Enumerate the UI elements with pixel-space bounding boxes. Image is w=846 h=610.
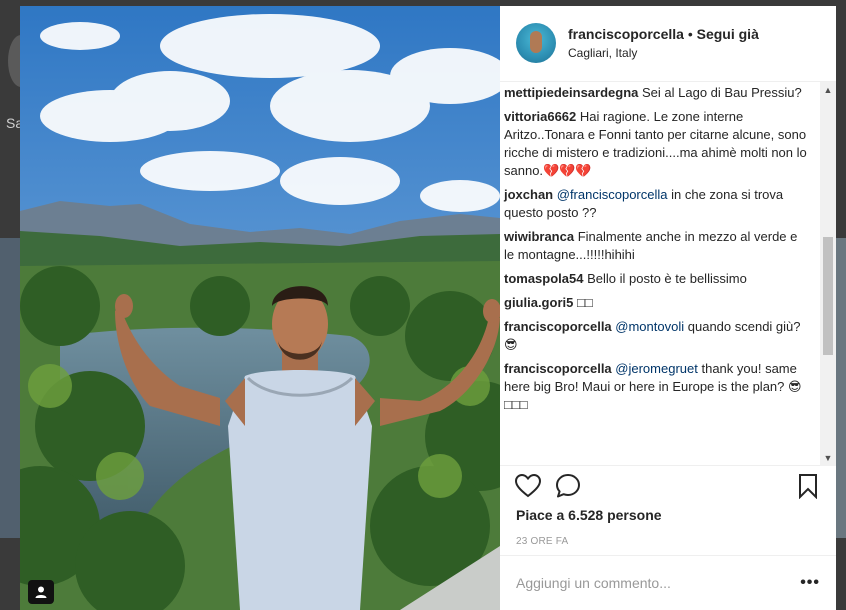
add-comment-bar: ••• [500, 555, 836, 610]
comment-button[interactable] [554, 472, 582, 500]
comment-input[interactable] [516, 575, 801, 592]
like-button[interactable] [514, 472, 542, 500]
comment-mention[interactable]: @jeromegruet [615, 361, 698, 376]
background-tile [836, 238, 846, 538]
comment-username[interactable]: mettipiedeinsardegna [504, 85, 638, 100]
comment-mention[interactable]: @montovoli [615, 319, 684, 334]
tag-people-button[interactable] [28, 580, 54, 604]
likes-count[interactable]: Piace a 6.528 persone [500, 507, 836, 528]
comment-item: mettipiedeinsardegna Sei al Lago di Bau … [504, 84, 810, 102]
post-header: franciscoporcella • Segui già Cagliari, … [500, 6, 836, 82]
heart-icon [515, 474, 541, 498]
comment-username[interactable]: vittoria6662 [504, 109, 576, 124]
comment-item: vittoria6662 Hai ragione. Le zone intern… [504, 108, 810, 180]
comment-list[interactable]: mettipiedeinsardegna Sei al Lago di Bau … [500, 82, 836, 466]
comment-username[interactable]: franciscoporcella [504, 319, 612, 334]
comment-text: Bello il posto è te bellissimo [587, 270, 747, 286]
comment-item: joxchan @franciscoporcella in che zona s… [504, 186, 810, 222]
save-button[interactable] [794, 472, 822, 500]
background-tile [0, 238, 20, 538]
comment-username[interactable]: tomaspola54 [504, 271, 583, 286]
author-username[interactable]: franciscoporcella [568, 26, 684, 42]
comment-text: Sei al Lago di Bau Pressiu? [642, 84, 802, 100]
comment-item: tomaspola54 Bello il posto è te bellissi… [504, 270, 810, 288]
comments-section: mettipiedeinsardegna Sei al Lago di Bau … [500, 81, 836, 466]
post-modal: franciscoporcella • Segui già Cagliari, … [20, 6, 836, 610]
location-link[interactable]: Cagliari, Italy [568, 46, 759, 60]
comment-text: □□ [576, 294, 593, 310]
scroll-up-arrow-icon[interactable]: ▲ [820, 82, 836, 98]
speech-bubble-icon [556, 474, 580, 498]
photo-image [20, 6, 500, 610]
post-panel: franciscoporcella • Segui già Cagliari, … [500, 6, 836, 610]
scroll-thumb[interactable] [823, 236, 833, 355]
post-photo[interactable] [20, 6, 500, 610]
person-tag-icon [35, 586, 47, 598]
comment-item: wiwibranca Finalmente anche in mezzo al … [504, 228, 810, 264]
scroll-down-arrow-icon[interactable]: ▼ [820, 450, 836, 466]
more-options-button[interactable]: ••• [800, 574, 820, 592]
comment-item: franciscoporcella @montovoli quando scen… [504, 318, 810, 354]
bookmark-icon [799, 474, 817, 500]
action-bar [500, 466, 836, 507]
comment-username[interactable]: giulia.gori5 [504, 295, 573, 310]
comment-username[interactable]: franciscoporcella [504, 361, 612, 376]
follow-button[interactable]: Segui già [697, 26, 759, 42]
header-separator: • [683, 26, 697, 43]
post-timestamp[interactable]: 23 ORE FA [500, 528, 836, 555]
comment-item: giulia.gori5 □□ [504, 294, 810, 312]
comments-scrollbar[interactable]: ▲ ▼ [820, 81, 836, 466]
comment-mention[interactable]: @franciscoporcella [557, 187, 668, 202]
comment-username[interactable]: wiwibranca [504, 229, 574, 244]
comment-username[interactable]: joxchan [504, 187, 553, 202]
comment-item: franciscoporcella @jeromegruet thank you… [504, 360, 810, 414]
avatar[interactable] [516, 23, 556, 64]
